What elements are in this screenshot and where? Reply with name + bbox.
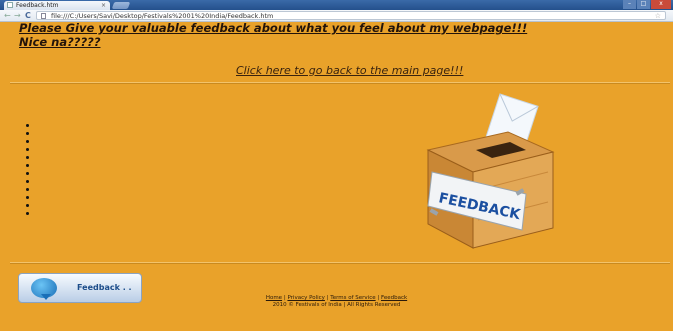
bullet-item: [26, 180, 29, 183]
bullet-item: [26, 172, 29, 175]
address-url: file:///C:/Users/Savi/Desktop/Festivals%…: [51, 12, 274, 20]
bullet-item: [26, 148, 29, 151]
tab-feedback[interactable]: Feedback.htm ×: [4, 1, 110, 10]
back-to-main-link[interactable]: Click here to go back to the main page!!…: [236, 64, 463, 77]
close-window-button[interactable]: x: [651, 0, 671, 9]
page-content: Please Give your valuable feedback about…: [0, 21, 673, 331]
forward-button[interactable]: →: [14, 10, 21, 21]
window-controls: – □ x: [623, 0, 671, 9]
address-bar[interactable]: file:///C:/Users/Savi/Desktop/Festivals%…: [36, 11, 666, 20]
divider-bottom: [10, 262, 670, 264]
feedback-button-label: Feedback . .: [77, 283, 132, 292]
footer-link-terms[interactable]: Terms of Service: [330, 295, 375, 301]
back-button[interactable]: ←: [4, 10, 11, 21]
new-tab-button[interactable]: [111, 2, 131, 9]
tab-title: Feedback.htm: [16, 2, 59, 9]
bullet-item: [26, 212, 29, 215]
bullet-item: [26, 140, 29, 143]
footer-link-feedback[interactable]: Feedback: [381, 295, 407, 301]
bullet-item: [26, 196, 29, 199]
footer-link-home[interactable]: Home: [266, 295, 282, 301]
bullet-item: [26, 132, 29, 135]
footer-copyright: 2010 © Festivals of India | All Rights R…: [272, 302, 401, 308]
footer-link-privacy[interactable]: Privacy Policy: [287, 295, 324, 301]
bullet-item: [26, 156, 29, 159]
page-heading: Please Give your valuable feedback about…: [19, 21, 528, 49]
page-icon: [41, 13, 46, 19]
maximize-button[interactable]: □: [637, 0, 650, 9]
feedback-box-image: FEEDBACK: [418, 90, 558, 260]
footer-links: Home | Privacy Policy | Terms of Service…: [0, 295, 673, 301]
divider-top: [10, 82, 670, 84]
bookmark-star-icon[interactable]: ☆: [655, 12, 661, 20]
bullet-item: [26, 164, 29, 167]
window-titlebar: Feedback.htm × – □ x: [0, 0, 673, 10]
minimize-button[interactable]: –: [623, 0, 636, 9]
tab-close-icon[interactable]: ×: [101, 1, 106, 10]
reload-button[interactable]: C: [25, 10, 31, 21]
empty-bullet-list: [26, 124, 29, 220]
bullet-item: [26, 188, 29, 191]
bullet-item: [26, 204, 29, 207]
bullet-item: [26, 124, 29, 127]
page-favicon-icon: [7, 2, 13, 8]
